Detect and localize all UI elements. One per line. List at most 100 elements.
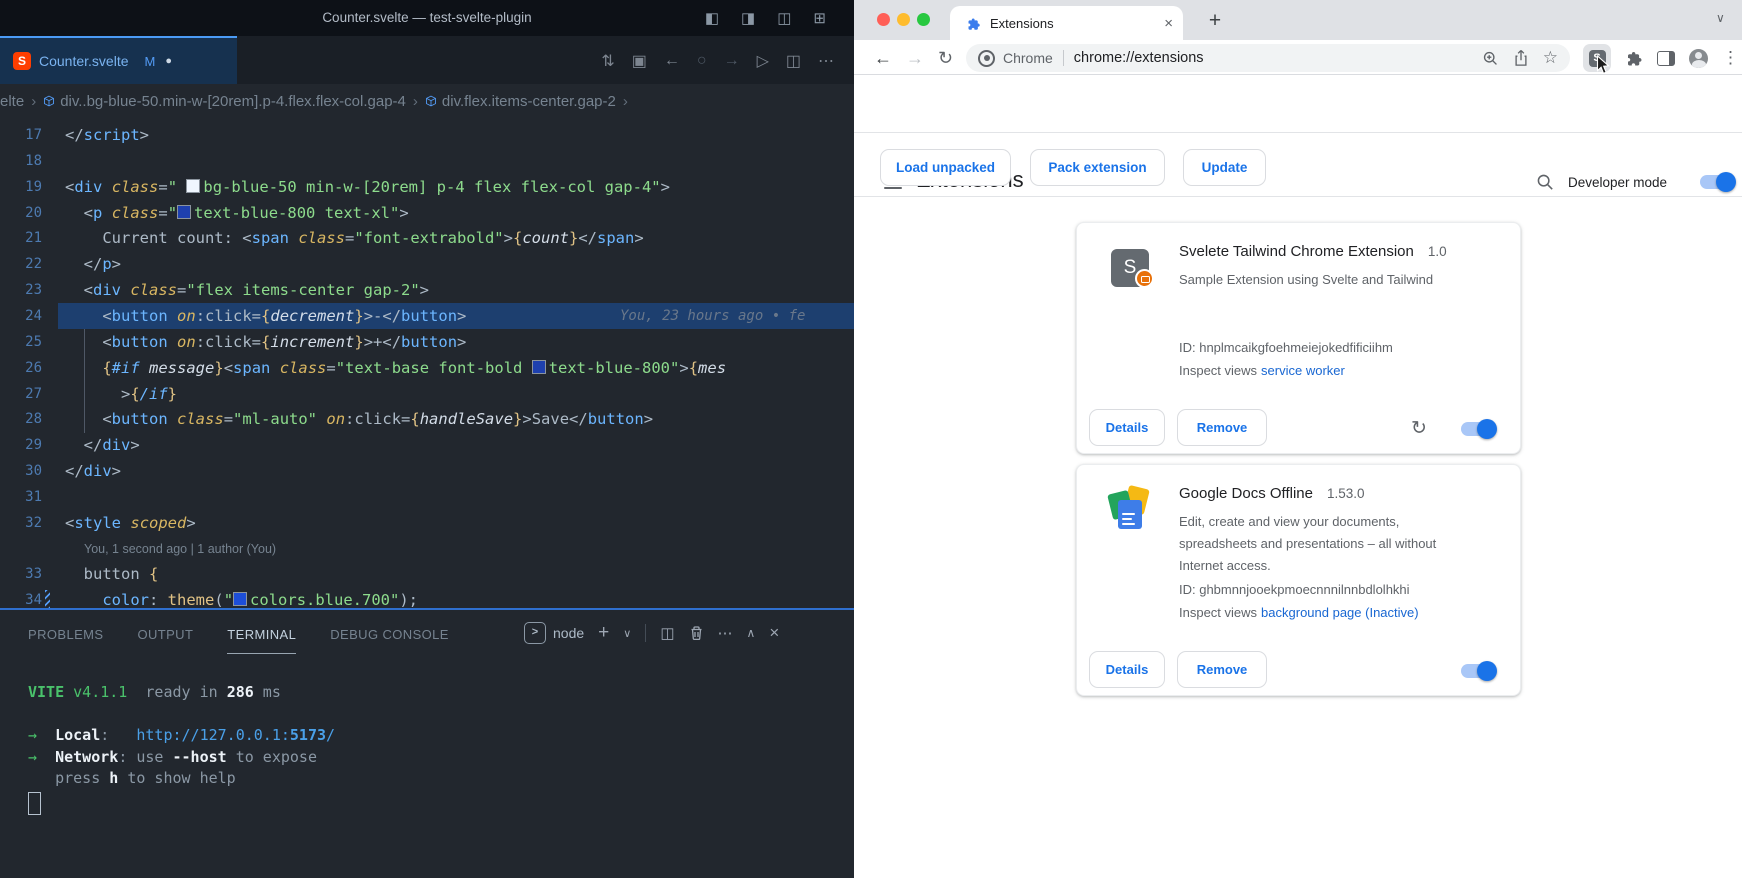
details-button[interactable]: Details (1089, 651, 1165, 688)
extension-enabled-toggle[interactable] (1461, 664, 1495, 678)
line-number: 30 (0, 458, 42, 484)
panel-tab-output[interactable]: OUTPUT (137, 612, 193, 654)
line-number: 33 (0, 561, 42, 587)
omnibox-url[interactable]: chrome://extensions (1074, 50, 1482, 66)
code-text: <div class=" bg-blue-50 min-w-[20rem] p-… (65, 174, 670, 200)
terminal-line: VITE v4.1.1 ready in 286 ms (28, 682, 854, 704)
traffic-zoom-icon[interactable] (917, 13, 930, 26)
traffic-minimize-icon[interactable] (897, 13, 910, 26)
code-line: 22 </p> (0, 251, 854, 277)
chrome-logo-icon (978, 50, 995, 67)
divider (854, 132, 1742, 133)
code-text: >{/if} (65, 381, 177, 407)
tab-search-chevron-icon[interactable]: ∨ (1716, 11, 1725, 25)
symbol-cube-icon (43, 95, 55, 107)
breadcrumb-item[interactable]: div..bg-blue-50.min-w-[20rem].p-4.flex.f… (60, 93, 406, 110)
code-text: </div> (65, 432, 140, 458)
maximize-panel-icon[interactable]: ∧ (747, 626, 756, 640)
editor-action-icons: ⇅ ▣ ← ○ → ▷ ◫ ⋯ (601, 38, 834, 84)
extensions-puzzle-icon[interactable] (1625, 49, 1643, 67)
open-changes-icon[interactable]: ▣ (632, 51, 647, 71)
new-tab-icon[interactable]: + (1200, 7, 1230, 37)
titlebar-layout-icons: ◧ ◨ ◫ ⊞ (705, 0, 826, 36)
terminal-shell-icon[interactable]: > (524, 622, 546, 644)
more-actions-icon[interactable]: ⋯ (818, 51, 834, 71)
panel-more-icon[interactable]: ⋯ (718, 624, 733, 642)
panel-tab-terminal[interactable]: TERMINAL (227, 612, 296, 654)
code-line: 30</div> (0, 458, 854, 484)
details-button[interactable]: Details (1089, 409, 1165, 446)
service-worker-link[interactable]: service worker (1261, 363, 1345, 378)
dirty-indicator-icon: ● (165, 55, 172, 67)
panel-tab-problems[interactable]: PROBLEMS (28, 612, 103, 654)
reload-extension-icon[interactable]: ↻ (1411, 417, 1427, 440)
line-number: 22 (0, 251, 42, 277)
split-editor-icon[interactable]: ◫ (786, 51, 801, 71)
back-icon[interactable]: ← (874, 45, 892, 71)
omnibox[interactable]: Chrome chrome://extensions ☆ (966, 44, 1570, 72)
extension-enabled-toggle[interactable] (1461, 422, 1495, 436)
terminal-dropdown-icon[interactable]: ∨ (623, 627, 631, 640)
extension-id: ID: hnplmcaikgfoehmeiejokedfificiihm (1179, 340, 1393, 355)
git-compare-icon[interactable]: ⇅ (601, 51, 614, 71)
pack-extension-button[interactable]: Pack extension (1030, 149, 1165, 186)
code-line: 20 <p class="text-blue-800 text-xl"> (0, 200, 854, 226)
chrome-tabstrip: Extensions × + ∨ (854, 0, 1742, 40)
breadcrumb-item[interactable]: div.flex.items-center.gap-2 (442, 93, 616, 110)
share-icon[interactable] (1513, 49, 1529, 67)
breadcrumb-item[interactable]: elte (0, 93, 24, 110)
update-button[interactable]: Update (1183, 149, 1266, 186)
line-number: 23 (0, 277, 42, 303)
code-text: button { (65, 561, 158, 587)
layout-columns-icon[interactable]: ◧ (705, 9, 719, 27)
line-number: 24 (0, 303, 42, 329)
bookmark-star-icon[interactable]: ☆ (1543, 48, 1558, 68)
nav-circle-icon[interactable]: ○ (697, 52, 707, 70)
search-icon[interactable] (1536, 173, 1554, 191)
extension-title: Google Docs Offline1.53.0 (1179, 485, 1365, 502)
side-panel-icon[interactable] (1657, 51, 1675, 66)
background-page-link[interactable]: background page (Inactive) (1261, 605, 1419, 620)
profile-avatar-icon[interactable] (1689, 49, 1708, 68)
breadcrumb: elte›div..bg-blue-50.min-w-[20rem].p-4.f… (0, 84, 854, 118)
code-line: 27 >{/if} (0, 381, 854, 407)
shell-label[interactable]: node (553, 625, 584, 641)
editor-tab-counter-svelte[interactable]: S Counter.svelte M ● (0, 36, 237, 84)
line-number: 21 (0, 225, 42, 251)
code-editor[interactable]: 17</script>1819<div class=" bg-blue-50 m… (0, 118, 854, 608)
code-text: <button on:click={increment}>+</button> (65, 329, 466, 355)
developer-mode-toggle[interactable] (1700, 175, 1734, 189)
new-terminal-icon[interactable]: + (598, 622, 609, 644)
mouse-cursor-icon (1596, 55, 1611, 75)
extension-title: Svelete Tailwind Chrome Extension1.0 (1179, 243, 1447, 260)
load-unpacked-button[interactable]: Load unpacked (880, 149, 1011, 186)
browser-tab-extensions[interactable]: Extensions × (950, 6, 1183, 40)
extension-description: Sample Extension using Svelte and Tailwi… (1179, 269, 1489, 291)
remove-button[interactable]: Remove (1177, 651, 1267, 688)
chrome-menu-icon[interactable]: ⋮ (1722, 48, 1739, 68)
layout-grid-icon[interactable]: ⊞ (813, 9, 826, 27)
forward-icon[interactable]: → (906, 45, 924, 71)
extension-card-google-docs-offline: Google Docs Offline1.53.0 Edit, create a… (1076, 464, 1521, 696)
panel-tab-debug-console[interactable]: DEBUG CONSOLE (330, 612, 449, 654)
kill-terminal-icon[interactable] (689, 625, 704, 641)
divider (1063, 50, 1064, 66)
line-number: 17 (0, 122, 42, 148)
close-panel-icon[interactable]: × (769, 623, 779, 643)
nav-forward-icon[interactable]: → (724, 52, 740, 70)
traffic-close-icon[interactable] (877, 13, 890, 26)
tailwind-color-swatch (177, 205, 191, 219)
remove-button[interactable]: Remove (1177, 409, 1267, 446)
tab-close-icon[interactable]: × (1164, 16, 1173, 31)
reload-icon[interactable]: ↻ (938, 45, 953, 71)
vscode-titlebar: Counter.svelte — test-svelte-plugin ◧ ◨ … (0, 0, 854, 36)
line-number: 27 (0, 381, 42, 407)
tab-title: Extensions (990, 16, 1164, 31)
layout-panel-icon[interactable]: ◨ (741, 9, 755, 27)
split-terminal-icon[interactable]: ◫ (660, 624, 674, 642)
run-icon[interactable]: ▷ (757, 51, 769, 71)
nav-back-icon[interactable]: ← (664, 52, 680, 70)
zoom-icon[interactable] (1482, 50, 1499, 67)
code-line: 34 color: theme("colors.blue.700"); (0, 587, 854, 608)
layout-sidebar-icon[interactable]: ◫ (777, 9, 791, 27)
